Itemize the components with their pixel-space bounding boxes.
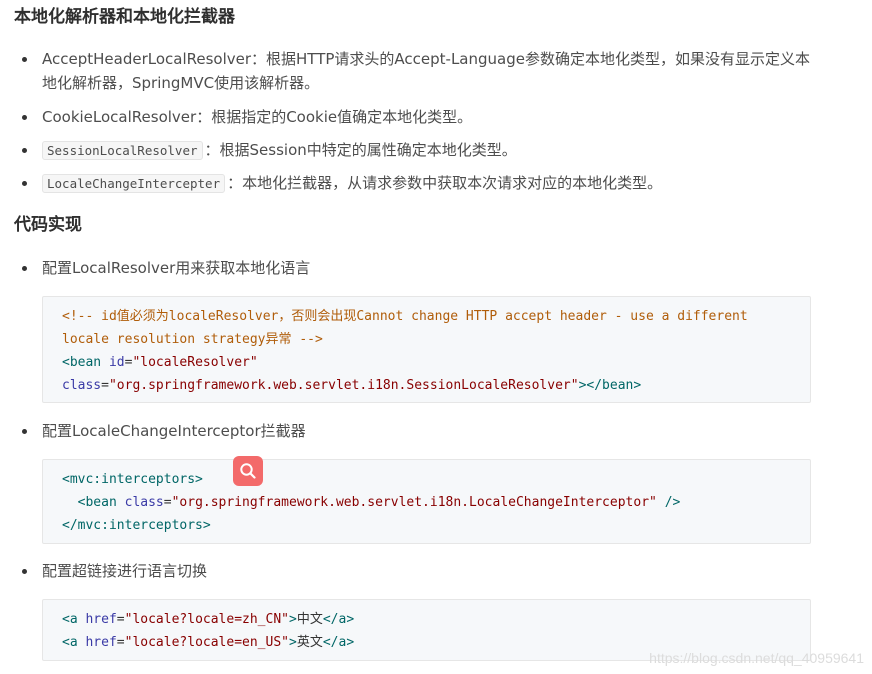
bullet	[22, 181, 27, 186]
list-item: AcceptHeaderLocalResolver：根据HTTP请求头的Acce…	[22, 47, 812, 95]
list-item: SessionLocalResolver ：根据Session中特定的属性确定本地…	[22, 138, 812, 162]
code-attr: class	[124, 495, 164, 510]
code-block-locale-resolver[interactable]: <!-- id值必须为localeResolver，否则会出现Cannot ch…	[42, 296, 811, 403]
code-tag: />	[664, 495, 681, 510]
code-tag: <a	[62, 612, 78, 627]
code-tag: <bean	[77, 495, 117, 510]
code-tag: </a>	[322, 612, 355, 627]
code-block-interceptor[interactable]: <mvc:interceptors> <bean class="org.spri…	[42, 459, 811, 544]
list-item-text: CookieLocalResolver：根据指定的Cookie值确定本地化类型。	[42, 108, 473, 126]
code-string: "locale?locale=en_US"	[124, 635, 289, 650]
list-item: 配置LocalResolver用来获取本地化语言	[22, 256, 812, 280]
bullet	[22, 115, 27, 120]
bullet	[22, 148, 27, 153]
section-title-implementation: 代码实现	[14, 215, 82, 235]
code-tag: </a>	[322, 635, 355, 650]
code-tag: <a	[62, 635, 78, 650]
list-item-text: 配置LocaleChangeInterceptor拦截器	[42, 422, 306, 440]
link-text-zh: 中文	[296, 612, 323, 627]
list-item: LocaleChangeIntercepter ：本地化拦截器，从请求参数中获取本…	[22, 171, 812, 195]
search-button[interactable]	[233, 456, 263, 486]
list-item-text: 配置LocalResolver用来获取本地化语言	[42, 259, 311, 277]
list-item-text: AcceptHeaderLocalResolver：根据HTTP请求头的Acce…	[42, 50, 810, 92]
code-comment: locale resolution strategy异常 -->	[62, 332, 323, 347]
link-text-en: 英文	[296, 635, 323, 650]
bullet	[22, 266, 27, 271]
list-item: 配置LocaleChangeInterceptor拦截器	[22, 419, 812, 443]
code-tag: <bean	[62, 355, 102, 370]
code-attr: class	[62, 378, 102, 393]
watermark: https://blog.csdn.net/qq_40959641	[649, 650, 864, 666]
list-item: 配置超链接进行语言切换	[22, 559, 812, 583]
list-item-text: 配置超链接进行语言切换	[42, 562, 208, 580]
list-item-desc: ：本地化拦截器，从请求参数中获取本次请求对应的本地化类型。	[227, 174, 663, 192]
code-string: "org.springframework.web.servlet.i18n.Lo…	[171, 495, 657, 510]
code-attr: id	[108, 355, 125, 370]
list-item-text: SessionLocalResolver ：根据Session中特定的属性确定本地…	[42, 138, 812, 163]
code-string: "localeResolver"	[132, 355, 258, 370]
code-comment: <!-- id值必须为localeResolver，否则会出现Cannot ch…	[62, 309, 748, 324]
bullet	[22, 57, 27, 62]
bullet	[22, 429, 27, 434]
code-tag: </mvc:interceptors>	[62, 518, 211, 533]
bullet	[22, 569, 27, 574]
inline-code: SessionLocalResolver	[42, 141, 203, 160]
code-tag: <mvc:interceptors>	[62, 472, 203, 487]
inline-code: LocaleChangeIntercepter	[42, 174, 226, 193]
search-icon	[240, 463, 256, 479]
section-title-resolvers: 本地化解析器和本地化拦截器	[14, 7, 235, 27]
code-tag: ></bean>	[578, 378, 642, 393]
code-string: "locale?locale=zh_CN"	[124, 612, 289, 627]
code-attr: href	[85, 635, 117, 650]
code-string: "org.springframework.web.servlet.i18n.Se…	[108, 378, 579, 393]
list-item: CookieLocalResolver：根据指定的Cookie值确定本地化类型。	[22, 105, 812, 129]
code-attr: href	[85, 612, 117, 627]
list-item-text: LocaleChangeIntercepter ：本地化拦截器，从请求参数中获取本…	[42, 171, 812, 196]
list-item-desc: ：根据Session中特定的属性确定本地化类型。	[204, 141, 517, 159]
